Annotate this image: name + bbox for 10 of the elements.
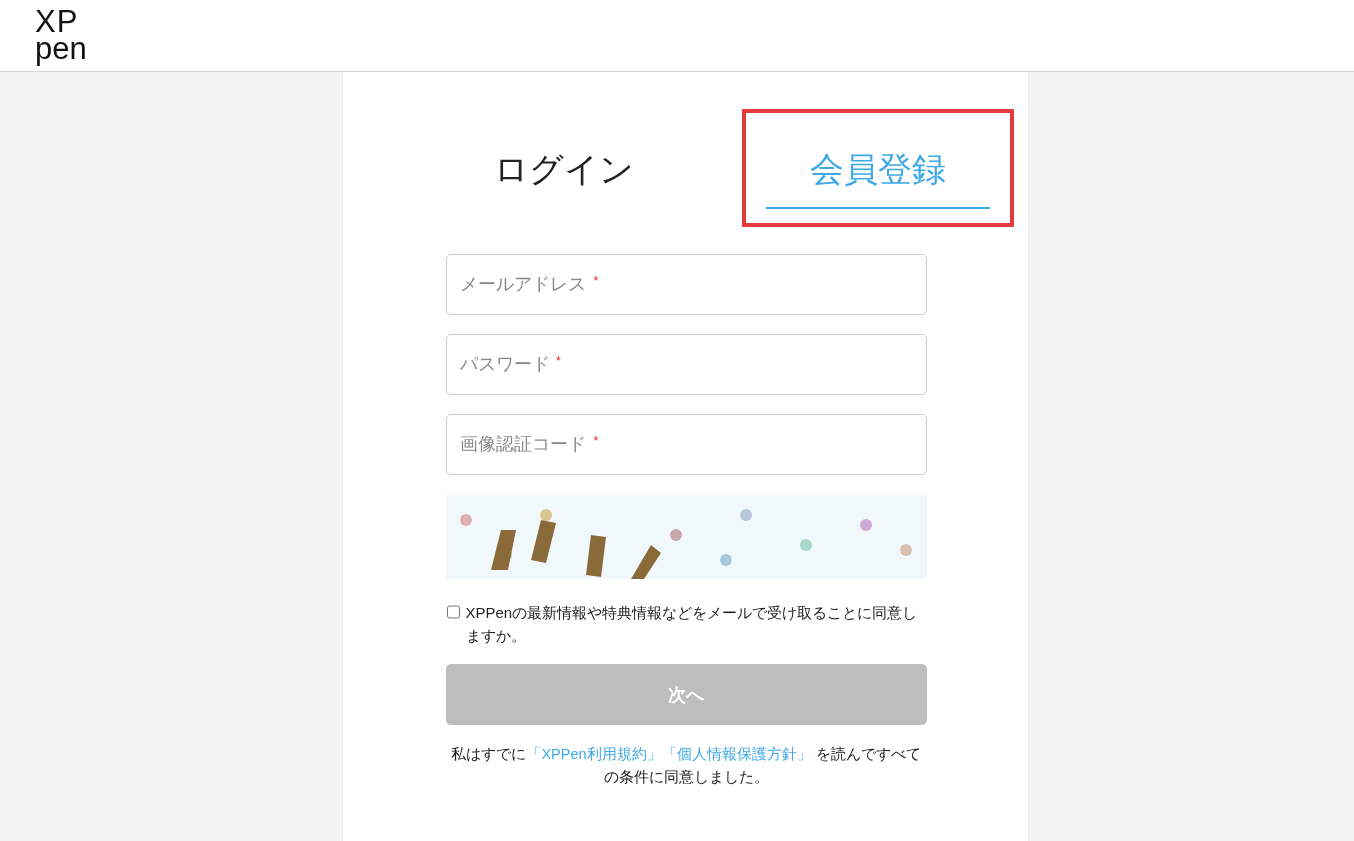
tab[interactable]: ログイン (450, 133, 678, 209)
checkbox-label: XPPenの最新情報や特典情報などをメールで受け取ることに同意しますか。 (465, 603, 919, 646)
terms-link[interactable]: 「XPPen利用規約」 (526, 746, 662, 762)
required-mark: * (593, 434, 599, 448)
checkbox[interactable] (446, 605, 460, 619)
required-mark: * (593, 274, 599, 288)
tab[interactable]: 会員登録 (766, 133, 990, 209)
required-mark: * (556, 354, 561, 368)
terms-link[interactable]: 「個人情報保護方針」 (661, 746, 812, 762)
terms-text: 私はすでに「XPPen利用規約」「個人情報保護方針」 を読んですべての条件に同意しました。 (450, 745, 922, 787)
